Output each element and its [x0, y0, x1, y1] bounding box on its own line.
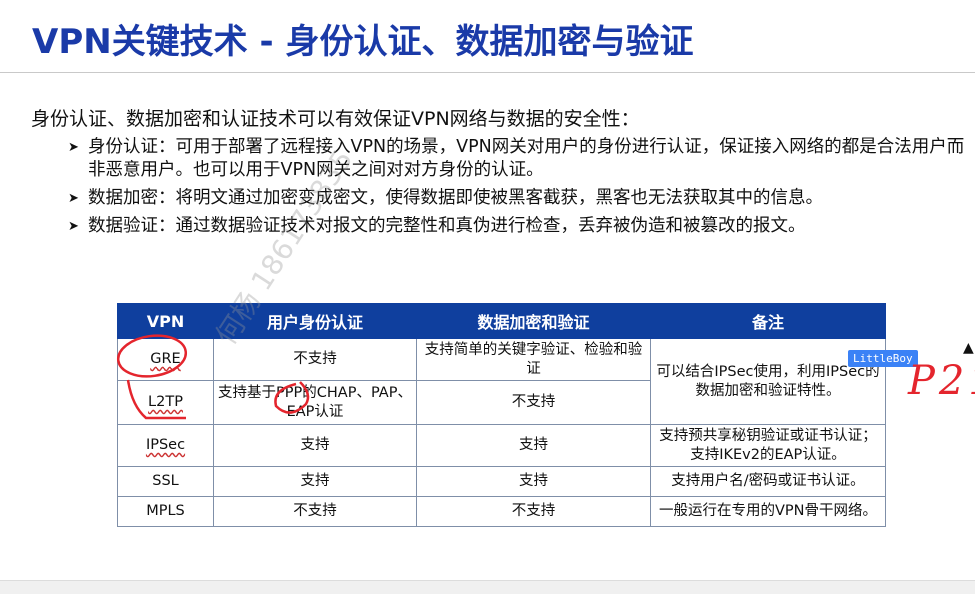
cell-vpn: GRE	[117, 338, 214, 381]
bullet-text: 数据加密：将明文通过加密变成密文，使得数据即使被黑客截获，黑客也无法获取其中的信…	[88, 188, 823, 208]
vpn-name: L2TP	[148, 394, 183, 410]
cell-auth: 不支持	[213, 496, 417, 527]
bullet-item-encryption: ➤ 数据加密：将明文通过加密变成密文，使得数据即使被黑客截获，黑客也无法获取其中…	[68, 187, 968, 210]
cell-auth: 不支持	[213, 338, 417, 381]
cell-encryption: 支持	[416, 466, 651, 497]
pen-cursor-icon: ▲	[963, 340, 974, 356]
vpn-name: GRE	[150, 351, 181, 367]
table-row: GRE 不支持 支持简单的关键字验证、检验和验证 可以结合IPSec使用，利用I…	[117, 338, 886, 425]
handwritten-page-number: P21	[908, 358, 975, 404]
cell-auth: 支持基于PPP的CHAP、PAP、EAP认证	[213, 380, 417, 425]
intro-text: 身份认证、数据加密和认证技术可以有效保证VPN网络与数据的安全性：	[31, 108, 640, 130]
table-row: MPLS 不支持 不支持 一般运行在专用的VPN骨干网络。	[117, 496, 886, 527]
bullet-item-verification: ➤ 数据验证：通过数据验证技术对报文的完整性和真伪进行检查，丢弃被伪造和被篡改的…	[68, 215, 968, 238]
table-row: IPSec 支持 支持 支持预共享秘钥验证或证书认证；支持IKEv2的EAP认证…	[117, 424, 886, 467]
bullet-text: 身份认证：可用于部署了远程接入VPN的场景，VPN网关对用户的身份进行认证，保证…	[88, 137, 965, 180]
cell-vpn: SSL	[117, 466, 214, 497]
header-vpn: VPN	[117, 303, 214, 339]
bullet-list: ➤ 身份认证：可用于部署了远程接入VPN的场景，VPN网关对用户的身份进行认证，…	[68, 136, 968, 243]
header-auth: 用户身份认证	[213, 303, 417, 339]
arrow-right-icon: ➤	[68, 140, 79, 155]
cell-encryption: 不支持	[416, 496, 651, 527]
cell-note: 一般运行在专用的VPN骨干网络。	[650, 496, 886, 527]
table-header-row: VPN 用户身份认证 数据加密和验证 备注	[117, 303, 886, 339]
slide-title: VPN关键技术 - 身份认证、数据加密与验证	[32, 22, 694, 62]
bullet-text: 数据验证：通过数据验证技术对报文的完整性和真伪进行检查，丢弃被伪造和被篡改的报文…	[88, 216, 806, 236]
cell-note: 支持预共享秘钥验证或证书认证；支持IKEv2的EAP认证。	[650, 424, 886, 467]
cell-encryption: 不支持	[416, 380, 651, 425]
header-encryption: 数据加密和验证	[416, 303, 651, 339]
cell-vpn: L2TP	[117, 380, 214, 425]
bottom-scrollbar[interactable]	[0, 580, 975, 594]
vpn-comparison-table: VPN 用户身份认证 数据加密和验证 备注 GRE 不支持 支持简单的关键字验证…	[117, 303, 886, 527]
header-note: 备注	[650, 303, 886, 339]
cell-auth: 支持	[213, 424, 417, 467]
bullet-item-auth: ➤ 身份认证：可用于部署了远程接入VPN的场景，VPN网关对用户的身份进行认证，…	[68, 136, 968, 182]
vpn-name: IPSec	[145, 437, 186, 453]
cell-auth: 支持	[213, 466, 417, 497]
cell-encryption: 支持简单的关键字验证、检验和验证	[416, 338, 651, 381]
arrow-right-icon: ➤	[68, 219, 79, 234]
table-row: SSL 支持 支持 支持用户名/密码或证书认证。	[117, 466, 886, 497]
cell-vpn: IPSec	[117, 424, 214, 467]
title-divider	[0, 72, 975, 73]
cell-encryption: 支持	[416, 424, 651, 467]
arrow-right-icon: ➤	[68, 191, 79, 206]
cell-note: 支持用户名/密码或证书认证。	[650, 466, 886, 497]
cell-vpn: MPLS	[117, 496, 214, 527]
